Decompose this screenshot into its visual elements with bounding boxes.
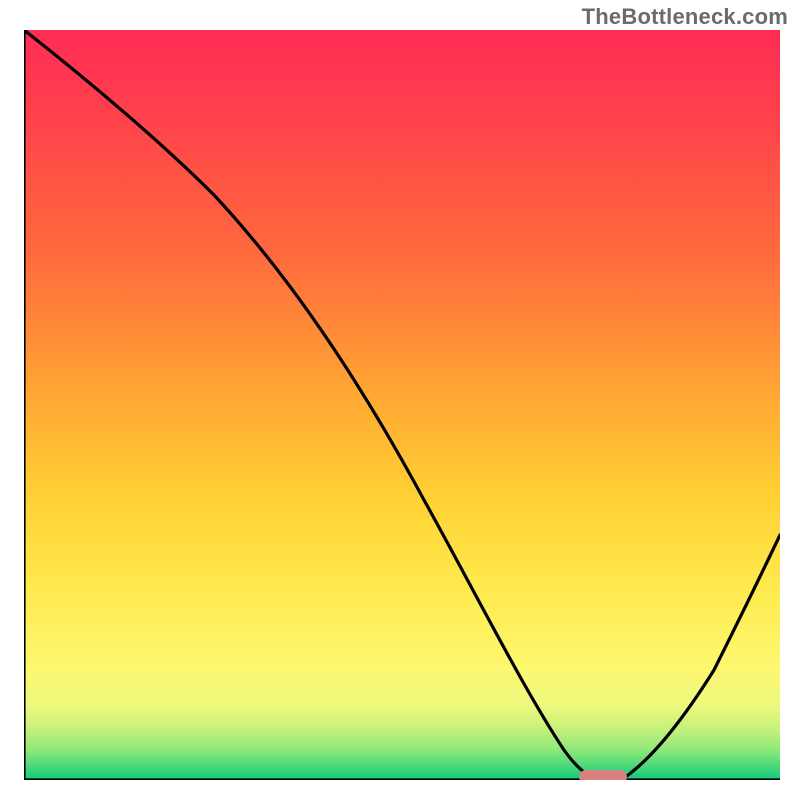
watermark-text: TheBottleneck.com <box>582 4 788 30</box>
chart-svg <box>24 30 780 780</box>
chart-container: TheBottleneck.com <box>0 0 800 800</box>
optimal-point-marker <box>579 770 627 780</box>
bottleneck-curve <box>24 30 780 778</box>
plot-gradient-background <box>24 30 780 780</box>
axes <box>24 30 780 780</box>
